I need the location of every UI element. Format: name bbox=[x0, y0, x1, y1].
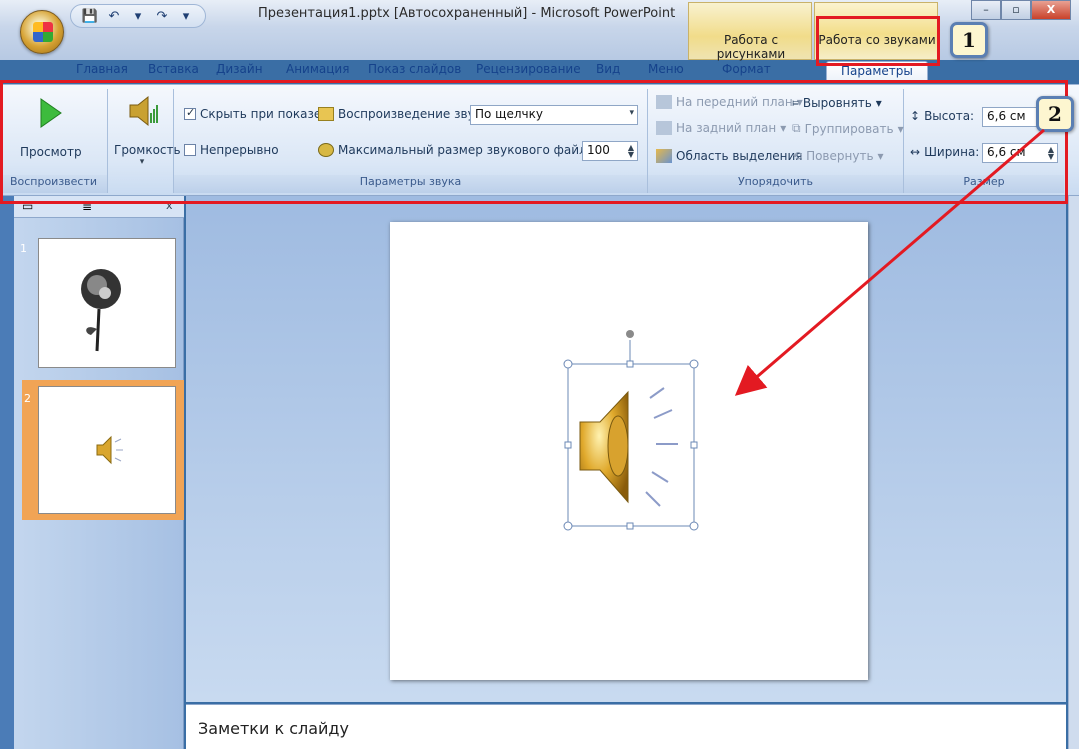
arrow-icon bbox=[734, 128, 1045, 396]
annotation-arrow bbox=[734, 128, 1045, 396]
